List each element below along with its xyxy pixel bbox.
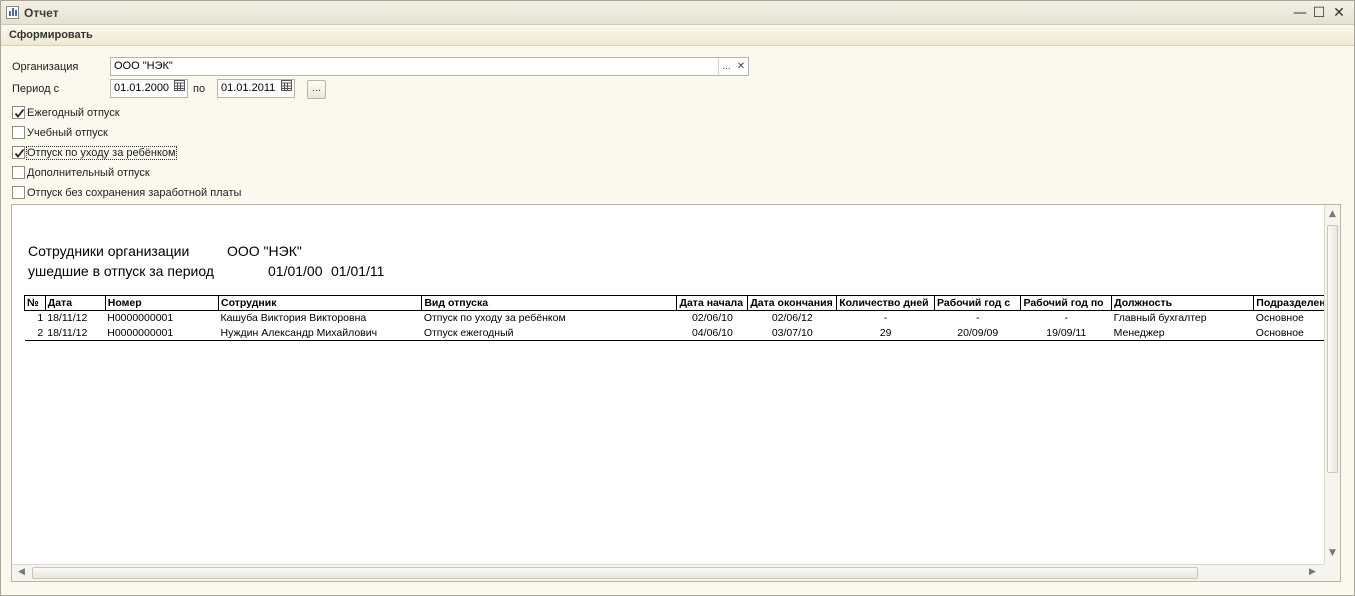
cell-start-date: 04/06/10 [676, 325, 748, 341]
column-header: Должность [1111, 295, 1254, 311]
column-header: Рабочий год по [1020, 295, 1112, 311]
checkbox-study-leave[interactable] [12, 126, 25, 139]
horizontal-scrollbar[interactable]: ◀ ▶ [12, 564, 1324, 581]
table-row[interactable]: 2 18/11/12 Н0000000001 Нуждин Александр … [24, 325, 1340, 341]
organization-select-button[interactable]: ... [718, 58, 734, 75]
cell-work-year-from: - [975, 312, 980, 325]
cell-date: 18/11/12 [45, 325, 106, 341]
scroll-left-icon[interactable]: ◀ [18, 567, 25, 577]
period-to-label: по [193, 83, 206, 95]
cell-days-count: 29 [836, 325, 935, 341]
cell-number: 2 [24, 325, 46, 341]
calendar-icon[interactable] [172, 80, 186, 97]
cell-work-year-from: 20/09/09 [934, 325, 1021, 341]
checkbox-additional-leave[interactable] [12, 166, 25, 179]
period-from-field[interactable]: 01.01.2000 [110, 79, 188, 98]
column-header: Дата окончания [747, 295, 837, 311]
column-header: Вид отпуска [421, 295, 677, 311]
organization-clear-icon[interactable]: ✕ [734, 58, 748, 75]
checkbox-annual-leave[interactable] [12, 106, 25, 119]
report-document[interactable]: Сотрудники организации ООО "НЭК" ушедшие… [11, 204, 1341, 582]
table-row[interactable]: 1 18/11/12 Н0000000001 Кашуба Виктория В… [25, 311, 1341, 326]
cell-doc-number: Н0000000001 [107, 312, 174, 325]
window-title: Отчет [24, 6, 59, 20]
report-header-period-label: ушедшие в отпуск за период [28, 263, 214, 279]
maximize-icon[interactable]: ☐ [1310, 4, 1328, 22]
vertical-scrollbar[interactable]: ▲ ▼ [1324, 205, 1340, 565]
checkbox-unpaid-leave-label[interactable]: Отпуск без сохранения заработной платы [27, 187, 241, 199]
scroll-down-icon[interactable]: ▼ [1329, 548, 1336, 558]
cell-work-year-to: 19/09/11 [1020, 325, 1112, 341]
column-header: № [24, 295, 46, 311]
report-window: Отчет — ☐ ✕ Сформировать Организация ООО… [0, 0, 1355, 596]
command-bar: Сформировать [1, 26, 1354, 46]
checkbox-unpaid-leave[interactable] [12, 186, 25, 199]
column-header: Сотрудник [218, 295, 422, 311]
generate-button[interactable]: Сформировать [9, 29, 93, 41]
cell-leave-type: Отпуск по уходу за ребёнком [423, 312, 566, 325]
cell-position: Менеджер [1111, 325, 1254, 341]
cell-days-count: - [883, 312, 888, 325]
calendar-icon[interactable] [279, 80, 293, 97]
cell-work-year-to: - [1064, 312, 1069, 325]
report-header-organization-label: Сотрудники организации [28, 243, 190, 259]
scrollbar-corner [1324, 564, 1340, 581]
scroll-right-icon[interactable]: ▶ [1309, 567, 1316, 577]
period-from-label: Период с [12, 83, 60, 95]
cell-start-date: 02/06/10 [691, 312, 733, 325]
cell-end-date: 02/06/12 [771, 312, 813, 325]
cell-date: 18/11/12 [47, 312, 88, 325]
checkbox-annual-leave-label[interactable]: Ежегодный отпуск [27, 107, 120, 119]
column-header: Дата начала [676, 295, 748, 311]
period-to-value: 01.01.2011 [221, 82, 276, 94]
cell-employee: Нуждин Александр Михайлович [218, 325, 422, 341]
organization-label: Организация [12, 61, 79, 73]
column-header: Количество дней [836, 295, 935, 311]
period-from-value: 01.01.2000 [114, 82, 170, 94]
checkbox-additional-leave-label[interactable]: Дополнительный отпуск [27, 167, 150, 179]
vertical-scroll-thumb[interactable] [1327, 225, 1338, 473]
close-icon[interactable]: ✕ [1330, 4, 1348, 22]
cell-end-date: 03/07/10 [747, 325, 837, 341]
title-bar[interactable]: Отчет — ☐ ✕ [1, 1, 1354, 25]
period-select-button[interactable]: ... [307, 80, 326, 99]
cell-employee: Кашуба Виктория Викторовна [220, 312, 367, 325]
report-period-start: 01/01/00 [268, 263, 323, 279]
cell-doc-number: Н0000000001 [105, 325, 219, 341]
report-period-end: 01/01/11 [331, 263, 385, 279]
column-header: Рабочий год с [933, 295, 1021, 311]
horizontal-scroll-thumb[interactable] [32, 567, 1198, 579]
report-table: № Дата Номер Сотрудник Вид отпуска Дата … [24, 295, 1340, 341]
checkbox-childcare-leave-label[interactable]: Отпуск по уходу за ребёнком [26, 146, 177, 160]
checkbox-childcare-leave[interactable] [12, 146, 25, 159]
organization-value: ООО "НЭК" [114, 60, 173, 72]
cell-number: 1 [37, 312, 44, 325]
minimize-icon[interactable]: — [1291, 4, 1309, 22]
cell-position: Главный бухгалтер [1113, 312, 1207, 325]
report-chart-icon [6, 6, 19, 19]
period-to-field[interactable]: 01.01.2011 [217, 79, 295, 98]
organization-field[interactable]: ООО "НЭК" ... ✕ [110, 57, 749, 76]
table-header-row: № Дата Номер Сотрудник Вид отпуска Дата … [24, 295, 1340, 311]
scroll-up-icon[interactable]: ▲ [1329, 209, 1336, 219]
column-header: Номер [104, 295, 219, 311]
column-header: Дата [44, 295, 106, 311]
report-header-organization-value: ООО "НЭК" [227, 243, 302, 259]
cell-leave-type: Отпуск ежегодный [421, 325, 677, 341]
checkbox-study-leave-label[interactable]: Учебный отпуск [27, 127, 108, 139]
